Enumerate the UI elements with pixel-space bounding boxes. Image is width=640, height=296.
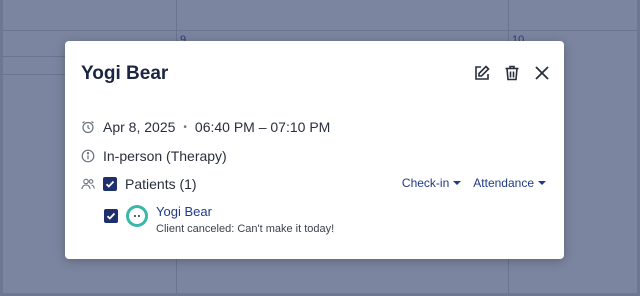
patient-info: Yogi Bear Client canceled: Can't make it…: [156, 205, 334, 236]
event-date: Apr 8, 2025: [103, 119, 176, 135]
separator-dot: •: [183, 121, 187, 133]
patient-note: Client canceled: Can't make it today!: [156, 223, 335, 235]
edit-icon: [475, 65, 490, 80]
people-icon: [81, 177, 95, 191]
event-time: 06:40 PM – 07:10 PM: [194, 119, 331, 135]
attendance-dropdown[interactable]: Attendance: [473, 176, 546, 190]
event-datetime-row: Apr 8, 2025 • 06:40 PM – 07:10 PM: [81, 119, 330, 135]
patient-actions: Check-in Attendance: [402, 176, 546, 190]
caret-down-icon: [453, 181, 462, 185]
patients-label: Patients (1): [125, 176, 197, 192]
checkbox-icon: [105, 180, 115, 188]
checkin-dropdown[interactable]: Check-in: [401, 176, 462, 190]
alarm-clock-icon: [81, 120, 95, 134]
avatar: [126, 205, 148, 227]
patient-list-item: Yogi Bear Client canceled: Can't make it…: [104, 205, 334, 236]
calendar-gridline: [0, 74, 70, 75]
attendance-label: Attendance: [473, 176, 534, 190]
info-icon: [81, 149, 95, 163]
patient-checkbox[interactable]: [104, 209, 118, 223]
avatar-face-icon: [129, 208, 145, 224]
event-details-modal: Yogi Bear Apr 8, 2025 • 06:40 PM – 07:10…: [65, 41, 564, 259]
modal-actions: [472, 63, 552, 83]
trash-icon: [505, 65, 519, 81]
patients-row: Patients (1): [81, 176, 197, 192]
patients-select-all-checkbox[interactable]: [103, 177, 117, 191]
caret-down-icon: [538, 181, 546, 185]
close-button[interactable]: [532, 63, 552, 83]
checkbox-icon: [106, 212, 116, 220]
close-icon: [535, 66, 549, 80]
delete-button[interactable]: [502, 63, 522, 83]
event-location: In-person (Therapy): [103, 148, 227, 164]
event-title: Yogi Bear: [81, 63, 169, 84]
patient-name-link[interactable]: Yogi Bear: [156, 205, 334, 219]
calendar-gridline: [0, 30, 640, 31]
edit-button[interactable]: [472, 63, 492, 83]
event-location-row: In-person (Therapy): [81, 148, 227, 164]
calendar-gridline: [0, 56, 70, 57]
calendar-frame-left: [0, 0, 3, 296]
checkin-label: Check-in: [401, 176, 450, 190]
